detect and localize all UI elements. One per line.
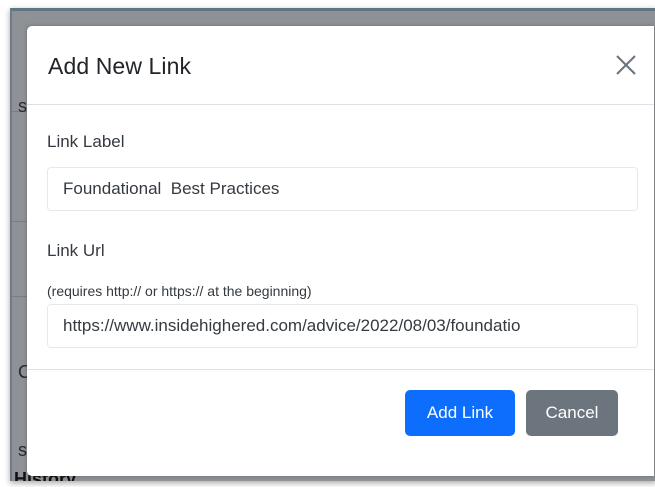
cancel-button[interactable]: Cancel <box>526 390 618 436</box>
add-link-button[interactable]: Add Link <box>405 390 515 436</box>
footer-divider <box>27 369 654 370</box>
close-icon <box>616 55 636 75</box>
link-url-label: Link Url <box>47 241 105 260</box>
background-text-fragment: s <box>18 96 27 116</box>
link-url-hint: (requires http:// or https:// at the beg… <box>47 283 312 299</box>
modal-header: Add New Link <box>27 26 654 105</box>
add-link-modal: Add New Link Link Label Link Url (requir… <box>27 26 654 476</box>
link-label-label: Link Label <box>47 132 125 151</box>
modal-title: Add New Link <box>48 53 192 79</box>
close-button[interactable] <box>613 52 639 78</box>
link-label-input[interactable] <box>47 167 638 211</box>
screen: s C s History Add New Link Link Label Li… <box>0 0 655 487</box>
background-text-fragment: s <box>18 440 27 460</box>
link-url-input[interactable] <box>47 304 638 348</box>
